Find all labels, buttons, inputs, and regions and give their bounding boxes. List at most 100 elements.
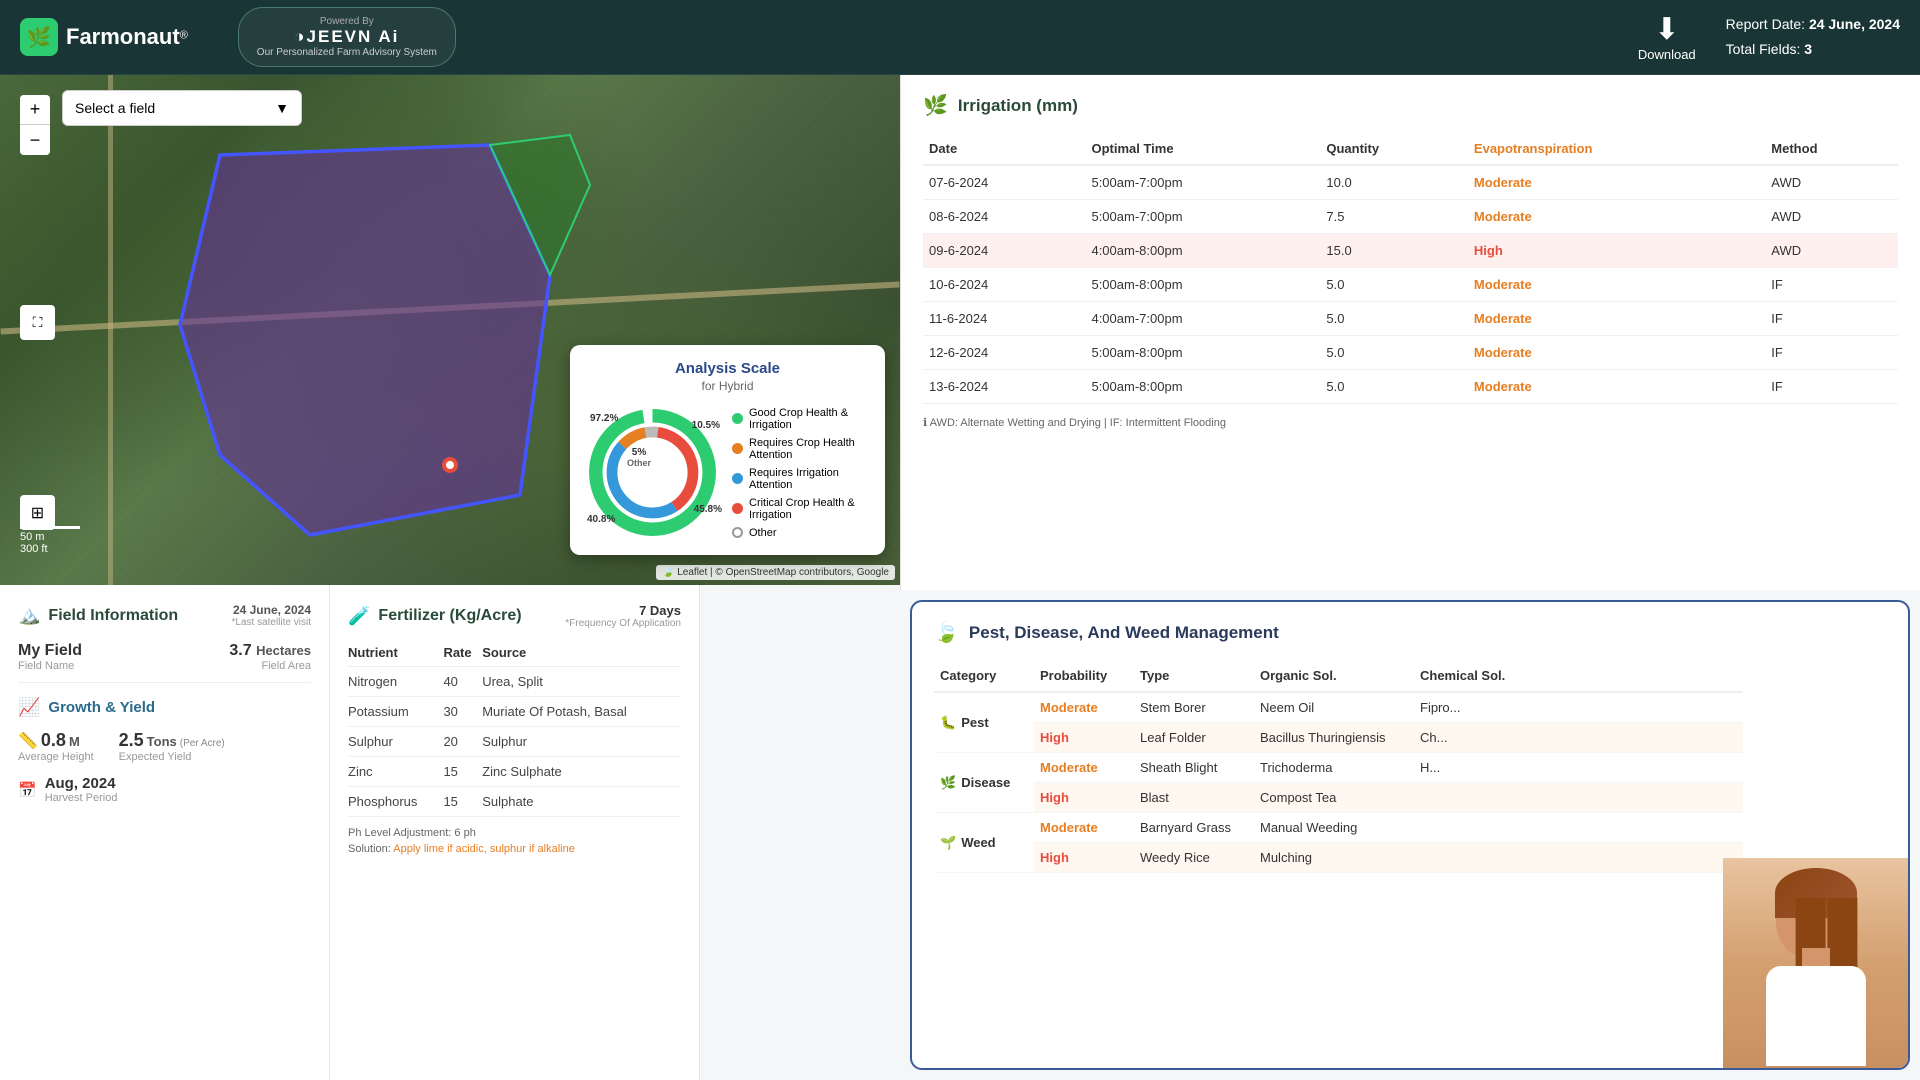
fert-row: Sulphur 20 Sulphur <box>348 727 681 757</box>
harvest-date: Aug, 2024 <box>45 775 118 792</box>
zoom-controls: + − <box>20 95 50 155</box>
irr-row: 13-6-2024 5:00am-8:00pm 5.0 Moderate IF <box>923 370 1898 404</box>
harvest-icon: 📅 <box>18 781 37 799</box>
fert-freq: *Frequency Of Application <box>565 618 681 629</box>
pct-45-label: 45.8% <box>694 504 722 515</box>
fert-icon: 🧪 <box>348 606 370 627</box>
pest-table: Category Probability Type Organic Sol. C… <box>934 660 1743 873</box>
pest-col-type: Type <box>1134 660 1254 692</box>
harvest-row: 📅 Aug, 2024 Harvest Period <box>18 775 311 804</box>
irr-col-method: Method <box>1765 133 1898 165</box>
field-name-value: My Field <box>18 642 82 660</box>
analysis-title: Analysis Scale <box>585 360 870 377</box>
dropdown-arrow-icon: ▼ <box>275 100 289 116</box>
last-visit-label: *Last satellite visit <box>232 617 311 628</box>
fullscreen-button[interactable]: ⛶ <box>20 305 55 340</box>
fert-header-rate: Rate <box>443 639 482 667</box>
pct-10-label: 10.5% <box>692 420 720 431</box>
irr-title: Irrigation (mm) <box>958 96 1078 116</box>
analysis-popup: Analysis Scale for Hybrid <box>570 345 885 555</box>
farmonaut-logo-icon: 🌿 <box>20 18 58 56</box>
irr-col-time: Optimal Time <box>1085 133 1320 165</box>
fert-row: Nitrogen 40 Urea, Split <box>348 667 681 697</box>
zoom-in-button[interactable]: + <box>20 95 50 125</box>
fert-solution: Solution: Apply lime if acidic, sulphur … <box>348 843 681 855</box>
irr-icon: 🌿 <box>923 93 948 118</box>
field-name-label: Field Name <box>18 660 82 672</box>
category-icon: 🐛 <box>940 715 956 731</box>
yield-metric: 2.5 Tons (Per Acre) Expected Yield <box>119 730 225 763</box>
field-area-value: 3.7 Hectares <box>229 642 311 660</box>
pest-row: High Weedy Rice Mulching <box>934 843 1743 873</box>
irr-row: 08-6-2024 5:00am-7:00pm 7.5 Moderate AWD <box>923 200 1898 234</box>
bottom-panels: 🏔️ Field Information 24 June, 2024 *Last… <box>0 585 900 1080</box>
pct-40-label: 40.8% <box>587 514 615 525</box>
fert-title: Fertilizer (Kg/Acre) <box>378 607 521 625</box>
legend-item: Requires Crop Health Attention <box>732 437 870 461</box>
growth-yield-section: 📈 Growth & Yield 📏 0.8 M Average Height <box>18 697 311 804</box>
fertilizer-panel: 🧪 Fertilizer (Kg/Acre) 7 Days *Frequency… <box>330 585 700 1080</box>
main-content: + − ⛶ ⊞ Select a field ▼ 50 m 300 ft <box>0 75 1920 1080</box>
download-button[interactable]: ⬇ Download <box>1638 12 1696 62</box>
pest-col-chemical: Chemical Sol. <box>1414 660 1743 692</box>
pest-col-category: Category <box>934 660 1034 692</box>
field-area-label: Field Area <box>229 660 311 672</box>
analysis-legend: Good Crop Health & Irrigation Requires C… <box>732 407 870 539</box>
map-attribution: 🍃 Leaflet | © OpenStreetMap contributors… <box>656 565 895 580</box>
fert-header-nutrient: Nutrient <box>348 639 443 667</box>
irr-notes: ℹ AWD: Alternate Wetting and Drying | IF… <box>923 416 1898 429</box>
field-info-title: Field Information <box>48 607 178 625</box>
layer-button[interactable]: ⊞ <box>20 495 55 530</box>
left-column: + − ⛶ ⊞ Select a field ▼ 50 m 300 ft <box>0 75 900 1080</box>
growth-title: Growth & Yield <box>48 699 155 716</box>
logo-area: 🌿 Farmonaut® <box>20 18 188 56</box>
fert-row: Zinc 15 Zinc Sulphate <box>348 757 681 787</box>
height-metric: 📏 0.8 M Average Height <box>18 730 94 763</box>
fert-ph-note: Ph Level Adjustment: 6 ph <box>348 827 681 839</box>
pest-col-organic: Organic Sol. <box>1254 660 1414 692</box>
fert-table: Nutrient Rate Source Nitrogen 40 Urea, S… <box>348 639 681 817</box>
field-date: 24 June, 2024 <box>232 603 311 617</box>
irr-row: 07-6-2024 5:00am-7:00pm 10.0 Moderate AW… <box>923 165 1898 200</box>
legend-item: Requires Irrigation Attention <box>732 467 870 491</box>
map-scale: 50 m 300 ft <box>20 526 80 555</box>
logo-text: Farmonaut® <box>66 24 188 50</box>
irr-row: 09-6-2024 4:00am-8:00pm 15.0 High AWD <box>923 234 1898 268</box>
map-background: + − ⛶ ⊞ Select a field ▼ 50 m 300 ft <box>0 75 900 585</box>
legend-item: Other <box>732 527 870 539</box>
growth-icon: 📈 <box>18 697 40 718</box>
pest-row: 🌱 Weed Moderate Barnyard Grass Manual We… <box>934 813 1743 843</box>
legend-item: Good Crop Health & Irrigation <box>732 407 870 431</box>
irr-col-qty: Quantity <box>1320 133 1468 165</box>
fert-header-source: Source <box>482 639 681 667</box>
irr-col-date: Date <box>923 133 1085 165</box>
irr-row: 11-6-2024 4:00am-7:00pm 5.0 Moderate IF <box>923 302 1898 336</box>
report-info: Report Date: 24 June, 2024 Total Fields:… <box>1726 12 1900 62</box>
irr-row: 10-6-2024 5:00am-8:00pm 5.0 Moderate IF <box>923 268 1898 302</box>
fert-row: Potassium 30 Muriate Of Potash, Basal <box>348 697 681 727</box>
pest-row: High Blast Compost Tea <box>934 783 1743 813</box>
pest-panel: 🍃 Pest, Disease, And Weed Management Cat… <box>910 600 1910 1070</box>
field-select-dropdown[interactable]: Select a field ▼ <box>62 90 302 126</box>
right-column: 🌿 Irrigation (mm) Date Optimal Time Quan… <box>900 75 1920 1080</box>
irr-row: 12-6-2024 5:00am-8:00pm 5.0 Moderate IF <box>923 336 1898 370</box>
header: 🌿 Farmonaut® Powered By ◑JEEVN Ai Our Pe… <box>0 0 1920 75</box>
pest-col-prob: Probability <box>1034 660 1134 692</box>
irrigation-panel: 🌿 Irrigation (mm) Date Optimal Time Quan… <box>900 75 1920 590</box>
legend-item: Critical Crop Health & Irrigation <box>732 497 870 521</box>
zoom-out-button[interactable]: − <box>20 125 50 155</box>
pest-row: 🐛 Pest Moderate Stem Borer Neem Oil Fipr… <box>934 692 1743 723</box>
pest-row: High Leaf Folder Bacillus Thuringiensis … <box>934 723 1743 753</box>
analysis-subtitle: for Hybrid <box>585 379 870 393</box>
pct-5-label: 5% Other <box>627 447 651 469</box>
pct-97-label: 97.2% <box>590 413 618 424</box>
field-info-panel: 🏔️ Field Information 24 June, 2024 *Last… <box>0 585 330 1080</box>
field-info-icon: 🏔️ <box>18 605 40 626</box>
harvest-label: Harvest Period <box>45 792 118 804</box>
irr-col-evap: Evapotranspiration <box>1468 133 1765 165</box>
pest-title: Pest, Disease, And Weed Management <box>969 623 1279 643</box>
map-container: + − ⛶ ⊞ Select a field ▼ 50 m 300 ft <box>0 75 900 585</box>
fert-row: Phosphorus 15 Sulphate <box>348 787 681 817</box>
avatar-container <box>1723 858 1908 1068</box>
fert-days: 7 Days <box>565 603 681 618</box>
